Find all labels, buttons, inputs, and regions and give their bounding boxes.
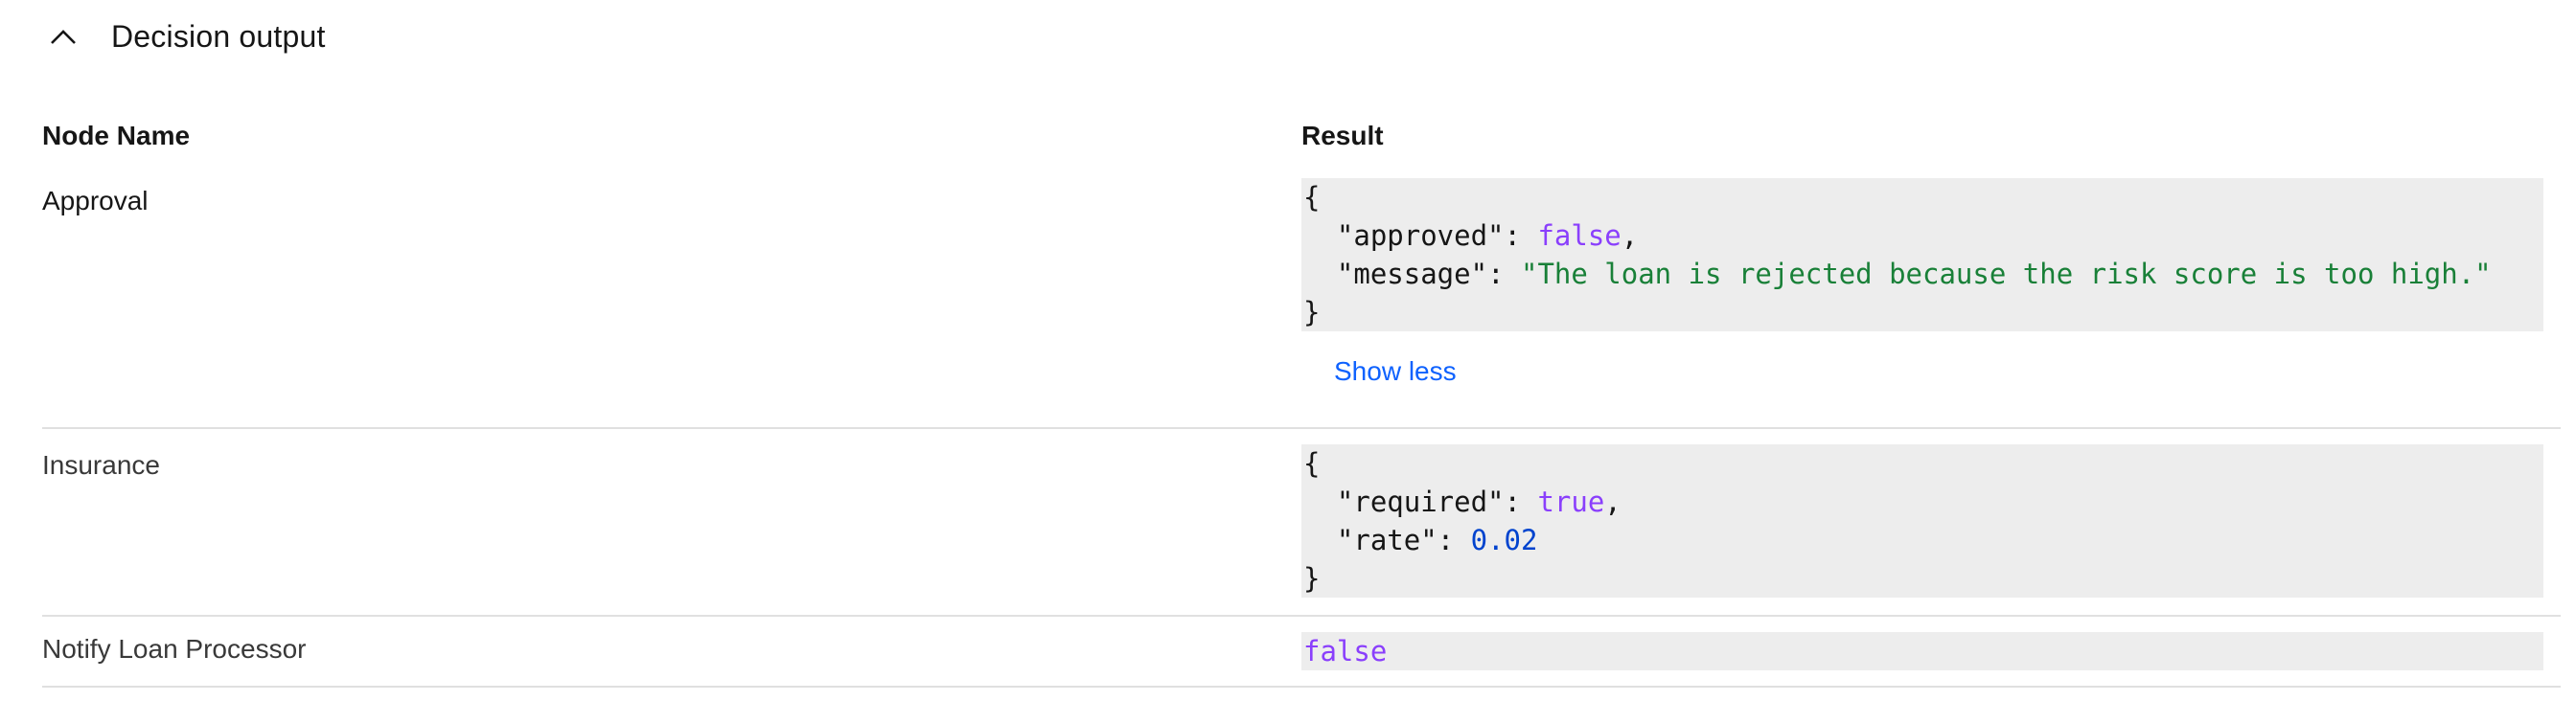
json-brace-open: { (1303, 447, 1321, 480)
json-key: "rate" (1336, 524, 1438, 556)
value-result-block: false (1301, 632, 2543, 670)
boolean-value: false (1303, 635, 1388, 667)
json-boolean-value: false (1537, 219, 1622, 252)
result-cell: false (1301, 632, 2561, 686)
json-brace-open: { (1303, 181, 1321, 214)
table-header: Node Name Result (42, 107, 2561, 165)
column-header-result: Result (1301, 121, 1384, 150)
json-key: "message" (1336, 258, 1488, 290)
node-name: Approval (42, 186, 149, 215)
table-row: Insurance { "required": true, "rate": 0.… (42, 429, 2561, 617)
json-string-value: "The loan is rejected because the risk s… (1520, 258, 2492, 290)
show-less-link[interactable]: Show less (1334, 356, 1457, 387)
json-number-value: 0.02 (1470, 524, 1538, 556)
json-result-block: { "approved": false, "message": "The loa… (1301, 178, 2543, 331)
node-name: Insurance (42, 450, 160, 480)
decision-output-panel: Decision output Node Name Result Approva… (0, 0, 2576, 724)
json-key: "required" (1336, 486, 1505, 518)
json-brace-close: } (1303, 562, 1321, 595)
table-row: Approval { "approved": false, "message":… (42, 165, 2561, 429)
section-title: Decision output (111, 18, 326, 54)
json-result-block: { "required": true, "rate": 0.02 } (1301, 444, 2543, 598)
decision-output-toggle[interactable]: Decision output (42, 11, 326, 61)
result-cell: { "approved": false, "message": "The loa… (1301, 178, 2561, 427)
json-boolean-value: true (1537, 486, 1605, 518)
result-cell: { "required": true, "rate": 0.02 } (1301, 444, 2561, 615)
decision-output-table: Node Name Result Approval { "approved": … (42, 107, 2561, 688)
json-brace-close: } (1303, 296, 1321, 328)
table-row: Notify Loan Processor false (42, 617, 2561, 688)
node-name: Notify Loan Processor (42, 634, 307, 664)
chevron-up-icon[interactable] (42, 15, 84, 57)
json-key: "approved" (1336, 219, 1505, 252)
column-header-node-name: Node Name (42, 121, 191, 150)
